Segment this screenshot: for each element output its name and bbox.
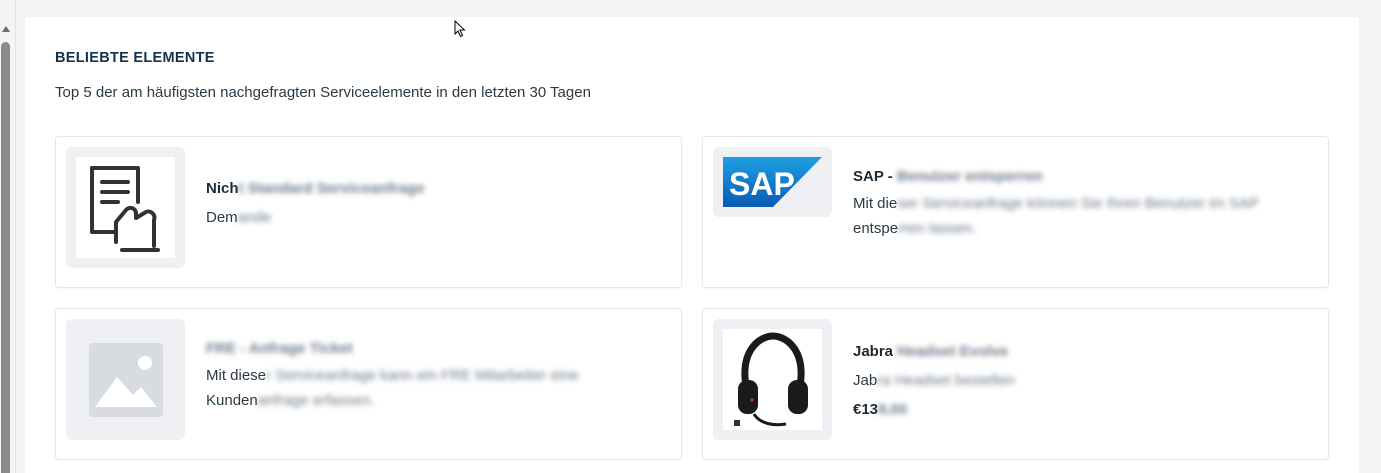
- catalog-item-card[interactable]: Nicht Standard Serviceanfrage Demande: [55, 136, 682, 288]
- headset-icon: [733, 331, 808, 426]
- section-subtitle: Top 5 der am häufigsten nachgefragten Se…: [55, 84, 591, 101]
- item-description: Demande: [206, 209, 272, 226]
- item-title: SAP - Benutzer entsperren: [853, 168, 1043, 185]
- catalog-item-card[interactable]: Jabra Headset Evolve Jabra Headset beste…: [702, 308, 1329, 460]
- item-title: FRE - Anfrage Ticket: [206, 340, 353, 357]
- item-thumbnail: [713, 319, 832, 440]
- item-description: Mit dieser Serviceanfrage kann ein FRE M…: [206, 367, 579, 409]
- item-thumbnail: [66, 319, 185, 440]
- item-title: Jabra Headset Evolve: [853, 343, 1009, 360]
- catalog-item-card[interactable]: SAP SAP - Benutzer entsperren Mit dieser…: [702, 136, 1329, 288]
- image-placeholder-icon: [88, 342, 163, 417]
- sap-logo: SAP: [723, 157, 822, 207]
- catalog-item-card[interactable]: FRE - Anfrage Ticket Mit dieser Servicea…: [55, 308, 682, 460]
- item-title: Nicht Standard Serviceanfrage: [206, 180, 425, 197]
- document-hand-icon: [89, 165, 160, 252]
- item-thumbnail: SAP: [713, 147, 832, 217]
- item-price: €138,00: [853, 401, 908, 418]
- scrollbar-thumb[interactable]: [1, 42, 10, 473]
- section-title: BELIEBTE ELEMENTE: [55, 50, 215, 66]
- left-scroll-gutter: [0, 0, 16, 473]
- mouse-cursor-icon: [454, 20, 466, 38]
- item-description: Jabra Headset bestellen: [853, 372, 1015, 389]
- popular-items-panel: BELIEBTE ELEMENTE Top 5 der am häufigste…: [25, 17, 1359, 473]
- item-thumbnail: [66, 147, 185, 268]
- svg-text:SAP: SAP: [729, 166, 795, 202]
- scroll-up-arrow[interactable]: [2, 26, 10, 32]
- item-description: Mit dieser Serviceanfrage können Sie Ihr…: [853, 195, 1260, 237]
